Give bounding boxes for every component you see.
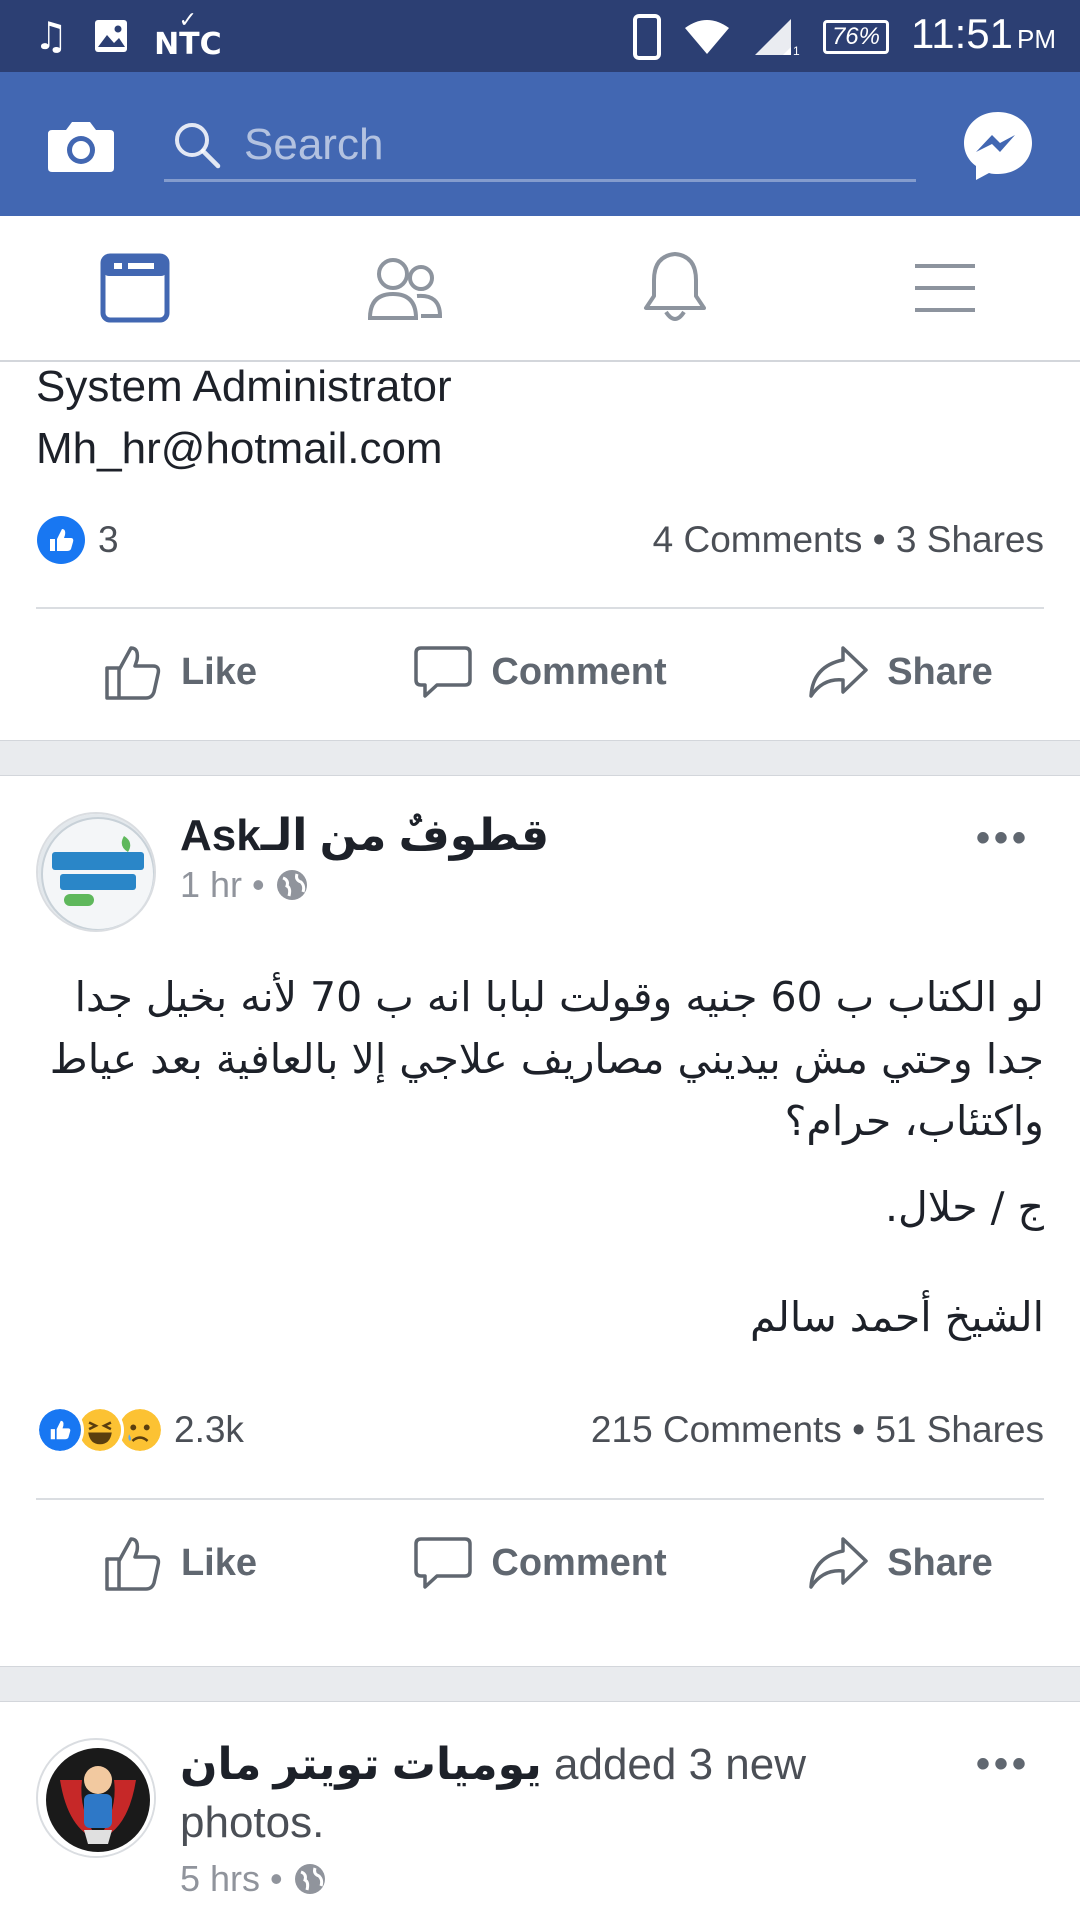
share-label: Share: [887, 1541, 993, 1584]
clock-ampm: PM: [1017, 24, 1056, 54]
post-meta: 1 hr •: [180, 864, 309, 906]
nike-ntc-icon: ✓ NTC: [154, 8, 222, 62]
messenger-icon[interactable]: [960, 108, 1036, 184]
thumbs-up-icon: [105, 646, 161, 700]
like-label: Like: [180, 1541, 258, 1584]
carrier-label: NTC: [154, 27, 222, 62]
like-button[interactable]: Like: [0, 612, 360, 732]
share-icon: [809, 646, 868, 698]
comment-button[interactable]: Comment: [360, 612, 720, 732]
comments-shares-count[interactable]: 4 Comments • 3 Shares: [653, 519, 1044, 561]
post-time[interactable]: 5 hrs: [180, 1858, 260, 1900]
friends-icon: [367, 258, 443, 320]
post-stats: 3 4 Comments • 3 Shares: [36, 510, 1044, 570]
bell-icon: [644, 252, 706, 321]
post-options-button[interactable]: •••: [976, 1742, 1030, 1787]
search-icon: [175, 122, 221, 168]
share-icon: [809, 1537, 868, 1589]
comment-label: Comment: [491, 650, 667, 693]
svg-text:1: 1: [793, 44, 800, 57]
globe-icon: [294, 1864, 325, 1894]
battery-indicator: 76%: [822, 19, 889, 54]
post-card: System Administrator Mh_hr@hotmail.com 3…: [0, 362, 1080, 740]
signal-icon: 1: [754, 18, 800, 57]
thumbs-up-icon: [105, 1537, 161, 1591]
tab-menu[interactable]: [810, 216, 1080, 360]
post-author[interactable]: يوميات تويتر مان: [180, 1740, 542, 1789]
reaction-count: 2.3k: [174, 1409, 244, 1450]
post-body-paragraph: الشيخ أحمد سالم: [750, 1293, 1044, 1341]
top-bar: [0, 72, 1080, 216]
post-text-line: Mh_hr@hotmail.com: [36, 424, 443, 473]
reactions-summary[interactable]: 2.3k: [36, 1406, 244, 1454]
search-bar[interactable]: [164, 110, 916, 182]
tab-bar: [0, 216, 1080, 362]
post-meta: 5 hrs •: [180, 1858, 327, 1900]
reaction-count: 3: [98, 519, 119, 560]
globe-icon: [276, 870, 307, 900]
clock: 11:51 PM: [911, 10, 1056, 63]
meta-dot: •: [252, 864, 265, 905]
comment-icon: [414, 646, 473, 698]
comment-label: Comment: [491, 1541, 667, 1584]
post-actions: Like Comment Share: [0, 1503, 1080, 1623]
share-button[interactable]: Share: [720, 1503, 1080, 1623]
post-stats: 2.3k 215 Comments • 51 Shares: [36, 1400, 1044, 1460]
comment-button[interactable]: Comment: [360, 1503, 720, 1623]
like-button[interactable]: Like: [0, 1503, 360, 1623]
post-text-line: System Administrator: [36, 362, 452, 411]
tab-news-feed[interactable]: [0, 216, 270, 360]
news-feed[interactable]: System Administrator Mh_hr@hotmail.com 3…: [0, 362, 1080, 1920]
divider: [36, 1498, 1044, 1500]
post-card: قطوفٌ من الـAsk 1 hr • ••• لو الكتاب ب 6…: [0, 776, 1080, 1666]
post-body-paragraph: لو الكتاب ب 60 جنيه وقولت لبابا انه ب 70…: [49, 973, 1044, 1145]
post-action-text: added 3 new: [554, 1740, 807, 1789]
menu-icon: [915, 264, 975, 312]
post-action-text2: photos.: [180, 1798, 325, 1847]
like-label: Like: [180, 650, 258, 693]
share-label: Share: [887, 650, 993, 693]
reactions-summary[interactable]: 3: [36, 515, 119, 565]
post-card: يوميات تويتر مان added 3 new photos. 5 h…: [0, 1702, 1080, 1920]
post-author-line: يوميات تويتر مان added 3 new photos.: [180, 1736, 1000, 1852]
tab-notifications[interactable]: [540, 216, 810, 360]
divider: [36, 607, 1044, 609]
camera-icon[interactable]: [46, 118, 116, 174]
page-logo: [40, 1742, 154, 1856]
share-button[interactable]: Share: [720, 612, 1080, 732]
image-icon: [95, 20, 128, 52]
tab-friends[interactable]: [270, 216, 540, 360]
like-reaction-icon: [37, 516, 85, 564]
post-author[interactable]: قطوفٌ من الـAsk: [180, 810, 549, 861]
comments-shares-count[interactable]: 215 Comments • 51 Shares: [591, 1409, 1044, 1451]
music-note-icon: ♫: [34, 14, 69, 58]
post-actions: Like Comment Share: [0, 612, 1080, 732]
comment-icon: [414, 1537, 473, 1589]
feed-separator: [0, 1666, 1080, 1702]
search-input[interactable]: [244, 119, 844, 170]
feed-separator: [0, 740, 1080, 776]
page-logo: [38, 814, 154, 930]
clock-time: 11:51: [911, 10, 1013, 57]
status-bar: ♫ ✓ NTC 1 76% 11:51 PM: [0, 0, 1080, 72]
post-body-paragraph: ج / حلال.: [885, 1183, 1044, 1231]
page-avatar[interactable]: [36, 812, 156, 932]
like-reaction-icon: [36, 1406, 84, 1454]
wifi-icon: [684, 19, 729, 54]
post-time[interactable]: 1 hr: [180, 864, 242, 906]
post-options-button[interactable]: •••: [976, 816, 1030, 861]
news-feed-icon: [100, 253, 170, 323]
meta-dot: •: [270, 1858, 283, 1899]
phone-icon: [632, 13, 661, 60]
page-avatar[interactable]: [36, 1738, 156, 1858]
